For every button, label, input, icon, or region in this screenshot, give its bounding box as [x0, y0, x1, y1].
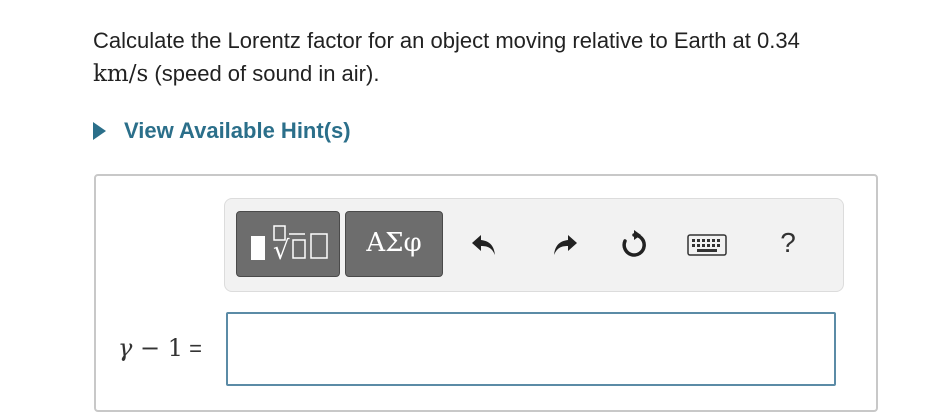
view-hints-label: View Available Hint(s)	[124, 118, 351, 143]
redo-button[interactable]	[549, 229, 581, 261]
question-unit: km/s	[93, 61, 149, 87]
keyboard-button[interactable]	[687, 229, 727, 261]
svg-text:√: √	[273, 236, 290, 266]
keyboard-icon	[687, 234, 727, 256]
question-text-main: Calculate the Lorentz factor for an obje…	[93, 28, 800, 53]
answer-box: √ ΑΣφ ? γ − 1 =	[94, 174, 878, 412]
templates-button[interactable]: √	[236, 211, 340, 277]
question-text: Calculate the Lorentz factor for an obje…	[93, 24, 943, 91]
answer-label-equals: =	[182, 336, 202, 361]
undo-icon	[472, 235, 495, 255]
redo-icon	[554, 235, 577, 255]
help-icon[interactable]: ?	[773, 227, 803, 259]
question-text-after: (speed of sound in air).	[148, 61, 380, 86]
template-math-icon: √	[251, 225, 328, 266]
reset-icon	[622, 230, 646, 257]
caret-right-icon	[93, 122, 106, 140]
page: Calculate the Lorentz factor for an obje…	[0, 0, 952, 420]
greek-symbols-icon: ΑΣφ	[366, 228, 422, 258]
view-hints-link[interactable]: View Available Hint(s)	[93, 118, 351, 144]
greek-symbols-button[interactable]: ΑΣφ	[345, 211, 443, 277]
math-toolbar: √ ΑΣφ ?	[224, 198, 844, 292]
undo-button[interactable]	[468, 229, 500, 261]
answer-label: γ − 1 =	[118, 334, 202, 362]
answer-label-rest: − 1	[132, 334, 183, 362]
answer-label-gamma: γ	[118, 334, 133, 362]
answer-input[interactable]	[226, 312, 836, 386]
reset-button[interactable]	[618, 229, 650, 261]
